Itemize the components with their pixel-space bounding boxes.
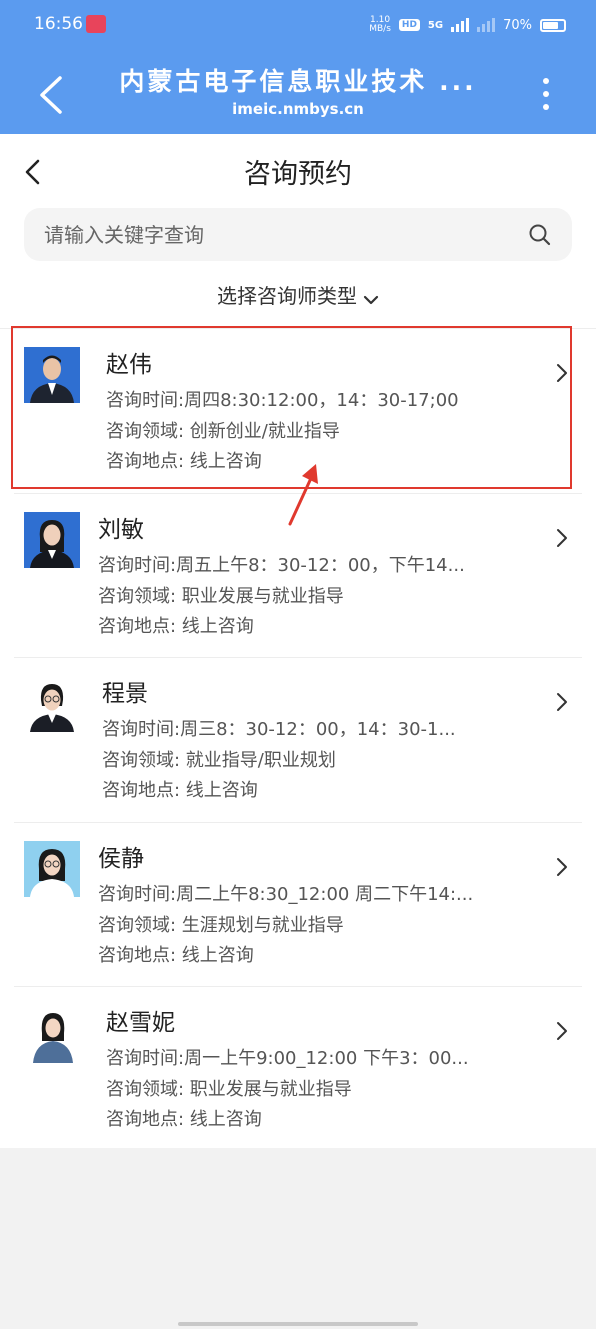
more-menu-icon[interactable] xyxy=(536,76,556,112)
counselor-name: 刘敏 xyxy=(98,516,144,543)
consult-field: 咨询领域: 创新创业/就业指导 xyxy=(106,421,340,442)
avatar xyxy=(24,840,80,897)
consult-field: 咨询领域: 就业指导/职业规划 xyxy=(102,750,336,771)
consult-time: 咨询时间:周五上午8：30-12：00，下午14... xyxy=(98,554,465,576)
browser-url: imeic.nmbys.cn xyxy=(232,100,364,118)
counselor-name: 赵雪妮 xyxy=(106,1010,175,1036)
counselor-item[interactable]: 刘敏 咨询时间:周五上午8：30-12：00，下午14... 咨询领域: 职业发… xyxy=(14,494,582,658)
page-content: 咨询预约 选择咨询师类型 赵伟 咨询时间: xyxy=(0,134,596,1148)
signal-icon xyxy=(451,18,470,32)
consult-time: 咨询时间:周一上午9:00_12:00 下午3：00... xyxy=(106,1048,469,1069)
chevron-right-icon xyxy=(557,364,567,382)
signal-secondary-icon xyxy=(477,18,496,32)
chevron-down-icon xyxy=(363,286,379,310)
consult-field: 咨询领域: 职业发展与就业指导 xyxy=(98,585,344,607)
browser-back-icon[interactable] xyxy=(38,76,66,114)
counselor-list: 赵伟 咨询时间:周四8:30:12:00，14：30-17;00 咨询领域: 创… xyxy=(0,328,596,1152)
consult-field: 咨询领域: 职业发展与就业指导 xyxy=(106,1079,352,1100)
counselor-name: 赵伟 xyxy=(106,352,152,378)
counselor-item[interactable]: 程景 咨询时间:周三8：30-12：00，14：30-1... 咨询领域: 就业… xyxy=(14,658,582,823)
chevron-right-icon xyxy=(557,693,567,711)
battery-percent: 70% xyxy=(503,17,532,33)
notification-app-icon xyxy=(86,15,106,33)
home-indicator xyxy=(178,1322,418,1326)
browser-header: 16:56 1.10 MB/s HD 5G 70% 内蒙古电子信息职业技术 ..… xyxy=(0,0,596,134)
avatar xyxy=(30,1007,76,1063)
hd-icon: HD xyxy=(398,19,420,31)
counselor-item[interactable]: 赵雪妮 咨询时间:周一上午9:00_12:00 下午3：00... 咨询领域: … xyxy=(14,987,582,1152)
consult-time: 咨询时间:周四8:30:12:00，14：30-17;00 xyxy=(106,390,459,411)
consult-time: 咨询时间:周二上午8:30_12:00 周二下午14:... xyxy=(98,883,474,905)
consult-place: 咨询地点: 线上咨询 xyxy=(106,451,262,472)
consult-place: 咨询地点: 线上咨询 xyxy=(98,944,254,966)
search-box xyxy=(24,208,572,261)
chevron-right-icon xyxy=(557,1022,567,1040)
status-time: 16:56 xyxy=(34,14,83,34)
avatar xyxy=(24,676,80,732)
avatar xyxy=(24,347,80,403)
avatar xyxy=(24,511,80,568)
counselor-item[interactable]: 侯静 咨询时间:周二上午8:30_12:00 周二下午14:... 咨询领域: … xyxy=(14,823,582,987)
network-type: 5G xyxy=(427,19,444,31)
browser-title: 内蒙古电子信息职业技术 ... xyxy=(119,67,477,96)
status-icons: 1.10 MB/s HD 5G 70% xyxy=(369,14,566,36)
consult-place: 咨询地点: 线上咨询 xyxy=(98,615,254,637)
consult-place: 咨询地点: 线上咨询 xyxy=(102,780,258,801)
chevron-right-icon xyxy=(557,857,567,876)
search-icon[interactable] xyxy=(528,223,552,247)
filter-label: 选择咨询师类型 xyxy=(217,284,357,308)
net-speed: 1.10 MB/s xyxy=(369,15,391,34)
chevron-right-icon xyxy=(557,528,567,547)
counselor-name: 侯静 xyxy=(98,845,144,872)
consult-time: 咨询时间:周三8：30-12：00，14：30-1... xyxy=(102,719,456,740)
counselor-name: 程景 xyxy=(102,681,148,707)
page-title: 咨询预约 xyxy=(244,159,352,190)
search-input[interactable] xyxy=(44,208,514,261)
status-bar: 16:56 1.10 MB/s HD 5G 70% xyxy=(0,0,596,50)
counselor-item[interactable]: 赵伟 咨询时间:周四8:30:12:00，14：30-17;00 咨询领域: 创… xyxy=(14,329,582,494)
counselor-type-filter[interactable]: 选择咨询师类型 xyxy=(0,280,596,310)
consult-field: 咨询领域: 生涯规划与就业指导 xyxy=(98,914,344,936)
battery-icon xyxy=(540,18,566,32)
consult-place: 咨询地点: 线上咨询 xyxy=(106,1109,262,1130)
